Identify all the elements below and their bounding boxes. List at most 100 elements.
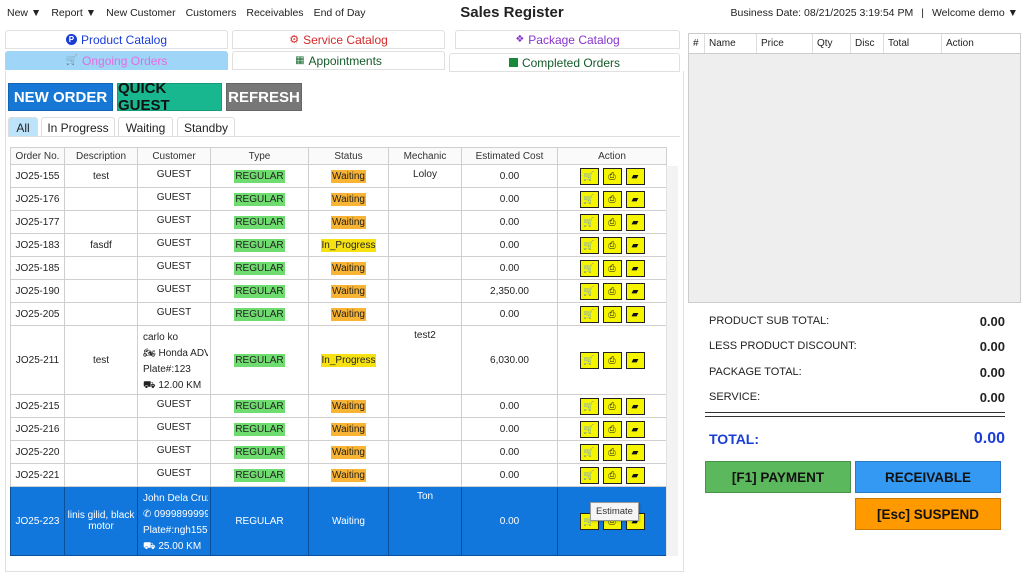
print-icon[interactable]: ⎙ bbox=[602, 466, 622, 484]
col-estimated-cost[interactable]: Estimated Cost bbox=[461, 147, 558, 165]
col-type[interactable]: Type bbox=[210, 147, 309, 165]
order-status: Waiting bbox=[308, 210, 389, 234]
service-value: 0.00 bbox=[979, 390, 1005, 405]
table-row[interactable]: JO25-211 test carlo ko 🏍 Honda ADV Plate#:12… bbox=[10, 325, 667, 395]
cart-col-price: Price bbox=[757, 34, 813, 53]
payment-button[interactable]: [F1] PAYMENT bbox=[705, 461, 851, 493]
table-row[interactable]: JO25-215 GUEST REGULAR Waiting 0.00 🛒 ⎙ ▰ bbox=[10, 394, 667, 418]
cart-icon[interactable]: 🛒 bbox=[579, 443, 599, 461]
cart-icon[interactable]: 🛒 bbox=[579, 397, 599, 415]
cart-icon[interactable]: 🛒 bbox=[579, 236, 599, 254]
tab-service-catalog[interactable]: ⚙ Service Catalog bbox=[232, 30, 445, 49]
receivable-button[interactable]: RECEIVABLE bbox=[855, 461, 1001, 493]
order-status: In_Progress bbox=[308, 325, 389, 395]
suspend-button[interactable]: [Esc] SUSPEND bbox=[855, 498, 1001, 530]
customer-name: GUEST bbox=[156, 169, 192, 180]
order-actions: 🛒⎙▰ bbox=[557, 256, 667, 280]
cart-icon[interactable]: 🛒 bbox=[579, 305, 599, 323]
table-row[interactable]: JO25-177 GUEST REGULAR Waiting 0.00 🛒 ⎙ ▰ bbox=[10, 210, 667, 234]
cart-icon[interactable]: 🛒 bbox=[579, 420, 599, 438]
order-customer: GUEST bbox=[137, 417, 211, 441]
print-icon[interactable]: ⎙ bbox=[602, 190, 622, 208]
cart-icon[interactable]: 🛒 bbox=[579, 167, 599, 185]
cart-icon[interactable]: 🛒 bbox=[579, 351, 599, 369]
folder-icon[interactable]: ▰ bbox=[625, 397, 645, 415]
cart-icon[interactable]: 🛒 bbox=[579, 259, 599, 277]
order-description bbox=[64, 440, 138, 464]
refresh-button[interactable]: REFRESH bbox=[226, 83, 302, 111]
folder-icon[interactable]: ▰ bbox=[625, 167, 645, 185]
print-icon[interactable]: ⎙ bbox=[602, 351, 622, 369]
tab-product-catalog[interactable]: P Product Catalog bbox=[5, 30, 228, 49]
quick-guest-button[interactable]: QUICK GUEST bbox=[117, 80, 222, 114]
folder-icon[interactable]: ▰ bbox=[625, 259, 645, 277]
cart-icon[interactable]: 🛒 bbox=[579, 213, 599, 231]
col-status[interactable]: Status bbox=[308, 147, 389, 165]
col-order-no[interactable]: Order No. bbox=[10, 147, 65, 165]
table-row[interactable]: JO25-216 GUEST REGULAR Waiting 0.00 🛒 ⎙ ▰ bbox=[10, 417, 667, 441]
user-menu[interactable]: Welcome demo ▼ bbox=[932, 7, 1018, 19]
filter-in-progress[interactable]: In Progress bbox=[41, 117, 115, 137]
filter-standby[interactable]: Standby bbox=[177, 117, 235, 137]
order-description bbox=[64, 187, 138, 211]
filter-all[interactable]: All bbox=[8, 117, 38, 137]
table-row[interactable]: JO25-221 GUEST REGULAR Waiting 0.00 🛒 ⎙ ▰ bbox=[10, 463, 667, 487]
customer-detail: Plate#:123 bbox=[143, 364, 191, 375]
customer-detail: 🏍 Honda ADV bbox=[143, 348, 208, 359]
order-mechanic bbox=[388, 302, 462, 326]
col-mechanic[interactable]: Mechanic bbox=[388, 147, 462, 165]
folder-icon[interactable]: ▰ bbox=[625, 443, 645, 461]
tab-completed-orders[interactable]: Completed Orders bbox=[449, 53, 680, 72]
col-description[interactable]: Description bbox=[64, 147, 138, 165]
folder-icon[interactable]: ▰ bbox=[625, 420, 645, 438]
customer-name: GUEST bbox=[156, 238, 192, 249]
order-type: REGULAR bbox=[210, 233, 309, 257]
order-no: JO25-205 bbox=[10, 302, 65, 326]
table-row[interactable]: JO25-183 fasdf GUEST REGULAR In_Progress 0.00… bbox=[10, 233, 667, 257]
col-customer[interactable]: Customer bbox=[137, 147, 211, 165]
folder-icon[interactable]: ▰ bbox=[625, 351, 645, 369]
status-badge: Waiting bbox=[331, 307, 366, 321]
total-value: 0.00 bbox=[973, 430, 1005, 447]
order-actions: 🛒⎙▰ bbox=[557, 486, 667, 556]
order-customer: GUEST bbox=[137, 210, 211, 234]
table-row[interactable]: JO25-220 GUEST REGULAR Waiting 0.00 🛒 ⎙ ▰ bbox=[10, 440, 667, 464]
table-row[interactable]: JO25-176 GUEST REGULAR Waiting 0.00 🛒 ⎙ ▰ bbox=[10, 187, 667, 211]
print-icon[interactable]: ⎙ bbox=[602, 282, 622, 300]
print-icon[interactable]: ⎙ bbox=[602, 443, 622, 461]
order-actions: 🛒⎙▰ bbox=[557, 440, 667, 464]
print-icon[interactable]: ⎙ bbox=[602, 213, 622, 231]
table-scrollbar[interactable] bbox=[666, 166, 678, 556]
folder-icon[interactable]: ▰ bbox=[625, 236, 645, 254]
status-badge: Waiting bbox=[331, 422, 366, 436]
print-icon[interactable]: ⎙ bbox=[602, 397, 622, 415]
folder-icon[interactable]: ▰ bbox=[625, 190, 645, 208]
print-icon[interactable]: ⎙ bbox=[602, 305, 622, 323]
order-estimated-cost: 6,030.00 bbox=[461, 325, 558, 395]
folder-icon[interactable]: ▰ bbox=[625, 466, 645, 484]
print-icon[interactable]: ⎙ bbox=[602, 420, 622, 438]
table-row[interactable]: JO25-190 GUEST REGULAR Waiting 2,350.00 🛒 ⎙ ▰ bbox=[10, 279, 667, 303]
tab-ongoing-orders[interactable]: 🛒 Ongoing Orders bbox=[5, 51, 228, 70]
order-customer: GUEST bbox=[137, 164, 211, 188]
new-order-button[interactable]: NEW ORDER bbox=[8, 83, 113, 111]
table-row[interactable]: JO25-205 GUEST REGULAR Waiting 0.00 🛒 ⎙ ▰ bbox=[10, 302, 667, 326]
folder-icon[interactable]: ▰ bbox=[625, 305, 645, 323]
print-icon[interactable]: ⎙ bbox=[602, 167, 622, 185]
order-status: Waiting bbox=[308, 302, 389, 326]
cart-icon[interactable]: 🛒 bbox=[579, 466, 599, 484]
folder-icon[interactable]: ▰ bbox=[625, 213, 645, 231]
folder-icon[interactable]: ▰ bbox=[625, 282, 645, 300]
order-mechanic bbox=[388, 256, 462, 280]
filter-waiting[interactable]: Waiting bbox=[118, 117, 173, 137]
table-row[interactable]: JO25-223 linis gilid, black motor John Del… bbox=[10, 486, 667, 556]
tab-package-catalog[interactable]: ❖ Package Catalog bbox=[455, 30, 680, 49]
print-icon[interactable]: ⎙ bbox=[602, 236, 622, 254]
table-row[interactable]: JO25-185 GUEST REGULAR Waiting 0.00 🛒 ⎙ ▰ bbox=[10, 256, 667, 280]
tab-appointments[interactable]: ▦ Appointments bbox=[232, 51, 445, 70]
print-icon[interactable]: ⎙ bbox=[602, 259, 622, 277]
table-row[interactable]: JO25-155 test GUEST REGULAR Waiting Loloy 0.00… bbox=[10, 164, 667, 188]
cart-icon[interactable]: 🛒 bbox=[579, 282, 599, 300]
less-discount-value: 0.00 bbox=[979, 339, 1005, 354]
cart-icon[interactable]: 🛒 bbox=[579, 190, 599, 208]
